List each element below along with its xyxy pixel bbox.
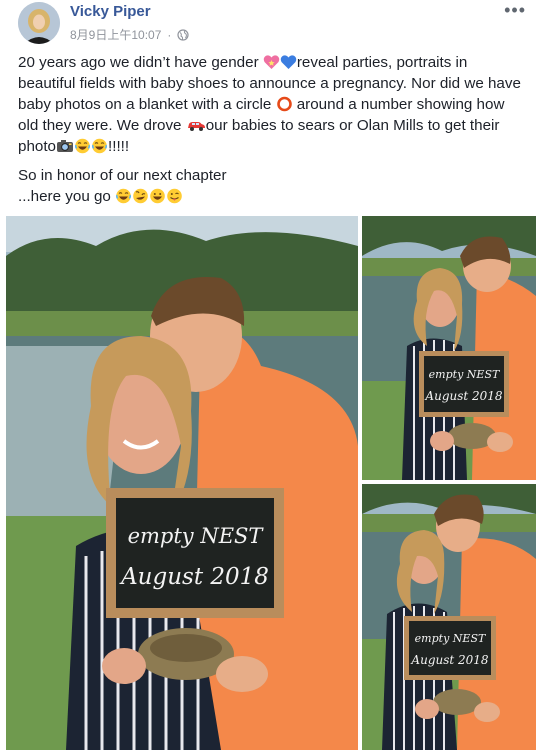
sign-text-line2: August 2018 [410,653,489,667]
post-paragraph: So in honor of our next chapter ...here y… [18,167,227,205]
laughing-face-icon [74,138,91,154]
avatar[interactable] [18,2,60,44]
globe-icon[interactable] [177,28,189,41]
laughing-face-icon [91,138,108,154]
post-card: Vicky Piper 8月9日上午10:07 · ••• 20 years a… [0,0,540,750]
car-icon [187,122,205,131]
camera-icon [57,140,74,152]
laughing-face-icon [150,188,165,204]
photo-bottom-right[interactable]: empty NEST August 2018 [362,484,536,750]
photo-main[interactable]: empty NEST August 2018 [6,216,358,750]
post-text: 20 years ago we didn’t have gender revea… [18,52,523,207]
sign-text-line2: August 2018 [424,389,503,403]
sign-text-line2: August 2018 [119,564,269,590]
circle-icon [276,96,292,112]
blue-heart-icon [280,55,297,69]
photo-top-right[interactable]: empty NEST August 2018 [362,216,536,480]
post-paragraph: 20 years ago we didn’t have gender revea… [18,54,521,155]
rofl-face-icon [133,188,148,204]
post-header: Vicky Piper 8月9日上午10:07 · ••• [18,1,528,46]
sign-text-line1: empty NEST [128,524,265,548]
photo-grid: empty NEST August 2018 empty NEST August… [6,216,536,750]
timestamp[interactable]: 8月9日上午10:07 [70,26,161,43]
more-options-icon[interactable]: ••• [504,1,526,19]
post-meta: 8月9日上午10:07 · [70,26,189,43]
heart-icon [263,55,280,69]
author-name[interactable]: Vicky Piper [70,3,151,20]
laughing-face-icon [116,188,132,204]
tongue-face-icon [167,188,182,204]
sign-text-line1: empty NEST [429,368,501,381]
sign-text-line1: empty NEST [415,632,487,645]
